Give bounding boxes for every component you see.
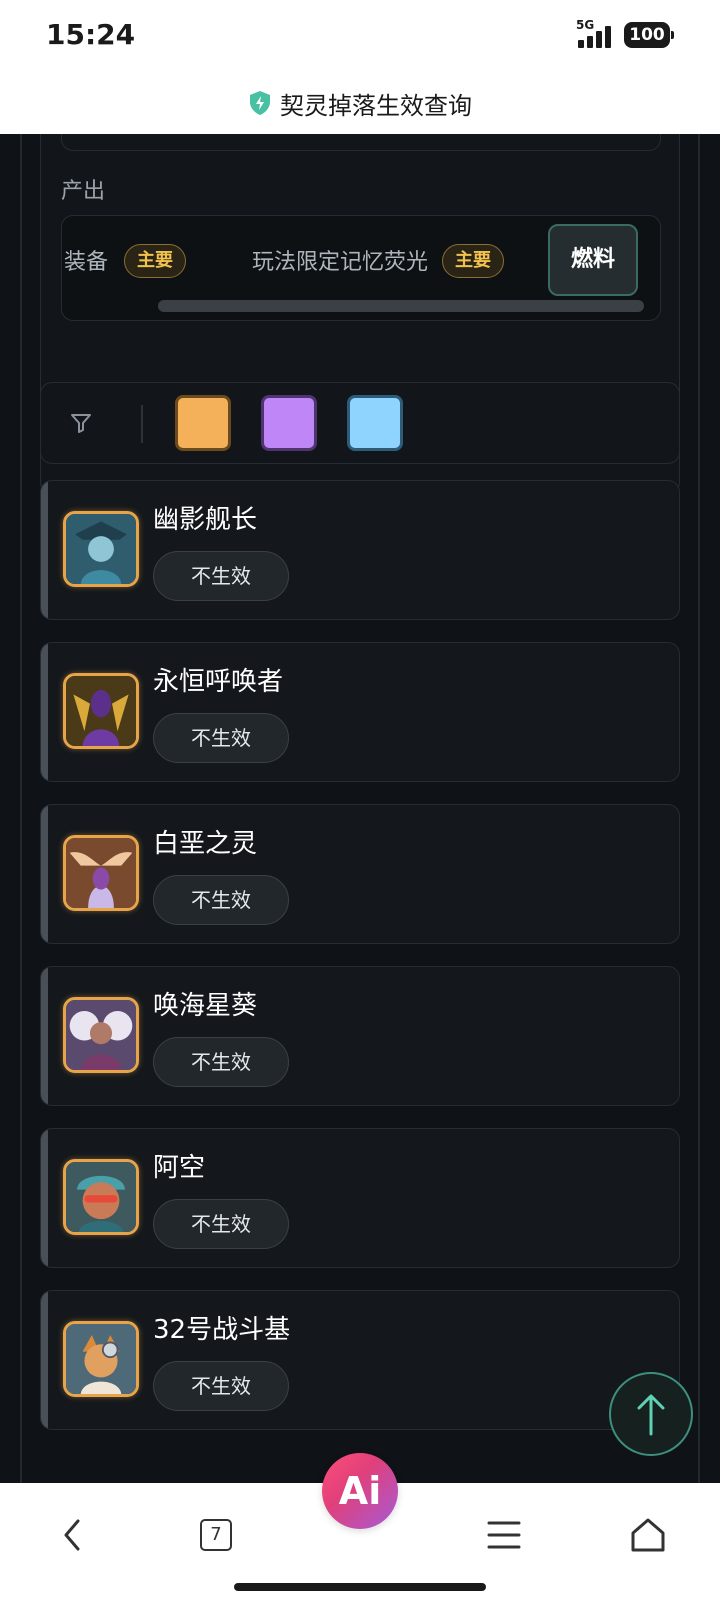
filter-divider bbox=[141, 405, 143, 443]
fuel-button[interactable]: 燃料 bbox=[548, 224, 638, 296]
avatar bbox=[63, 511, 139, 587]
scroll-to-top-button[interactable] bbox=[609, 1372, 693, 1456]
avatar bbox=[63, 1321, 139, 1397]
list-item[interactable]: 32号战斗基 不生效 bbox=[40, 1290, 680, 1430]
arrow-up-icon bbox=[637, 1394, 665, 1436]
status-badge: 不生效 bbox=[153, 713, 289, 763]
status-bar: 15:24 5G 100 bbox=[0, 0, 720, 72]
card-name: 唤海星葵 bbox=[153, 991, 258, 1021]
filter-swatch-orange[interactable] bbox=[175, 395, 231, 451]
home-icon bbox=[631, 1518, 665, 1552]
card-stripe bbox=[41, 643, 48, 781]
card-stripe bbox=[41, 967, 48, 1105]
status-badge: 不生效 bbox=[153, 1037, 289, 1087]
avatar bbox=[63, 1159, 139, 1235]
card-name: 幽影舰长 bbox=[153, 505, 258, 535]
menu-icon bbox=[487, 1521, 521, 1549]
home-button[interactable] bbox=[618, 1505, 678, 1565]
menu-button[interactable] bbox=[474, 1505, 534, 1565]
card-stripe bbox=[41, 481, 48, 619]
previous-row bbox=[61, 134, 661, 151]
bottom-nav: 7 Ai bbox=[0, 1453, 720, 1601]
chevron-left-icon bbox=[64, 1519, 80, 1551]
battery-icon: 100 bbox=[624, 22, 674, 48]
main-content[interactable]: 产出 专属装备 主要 玩法限定记忆荧光 主要 燃料 幽影舰长 不生效 bbox=[0, 134, 720, 1483]
output-label: 产出 bbox=[61, 179, 106, 204]
status-badge: 不生效 bbox=[153, 551, 289, 601]
back-button[interactable] bbox=[42, 1505, 102, 1565]
output-item-text: 专属装备 bbox=[62, 250, 109, 275]
status-badge: 不生效 bbox=[153, 875, 289, 925]
shield-icon bbox=[250, 91, 270, 115]
avatar bbox=[63, 673, 139, 749]
main-badge: 主要 bbox=[442, 244, 504, 278]
card-name: 阿空 bbox=[153, 1153, 206, 1183]
page-title: 契灵掉落生效查询 bbox=[280, 91, 472, 120]
status-badge: 不生效 bbox=[153, 1199, 289, 1249]
avatar bbox=[63, 997, 139, 1073]
signal-icon bbox=[578, 22, 618, 48]
card-stripe bbox=[41, 1129, 48, 1267]
horizontal-scrollbar[interactable] bbox=[158, 300, 644, 312]
home-indicator bbox=[234, 1583, 486, 1591]
list-item[interactable]: 永恒呼唤者 不生效 bbox=[40, 642, 680, 782]
output-item-text: 玩法限定记忆荧光 bbox=[252, 250, 429, 275]
ai-button[interactable]: Ai bbox=[322, 1453, 398, 1529]
card-stripe bbox=[41, 805, 48, 943]
tab-count: 7 bbox=[200, 1519, 232, 1551]
card-name: 32号战斗基 bbox=[153, 1315, 291, 1345]
main-badge: 主要 bbox=[124, 244, 186, 278]
status-badge: 不生效 bbox=[153, 1361, 289, 1411]
status-time: 15:24 bbox=[46, 18, 136, 51]
card-stripe bbox=[41, 1291, 48, 1429]
card-name: 白垩之灵 bbox=[153, 829, 258, 859]
list-item[interactable]: 唤海星葵 不生效 bbox=[40, 966, 680, 1106]
filter-bar bbox=[40, 382, 680, 464]
list-item[interactable]: 幽影舰长 不生效 bbox=[40, 480, 680, 620]
list-item[interactable]: 阿空 不生效 bbox=[40, 1128, 680, 1268]
filter-swatch-blue[interactable] bbox=[347, 395, 403, 451]
avatar bbox=[63, 835, 139, 911]
card-name: 永恒呼唤者 bbox=[153, 667, 284, 697]
filter-icon[interactable] bbox=[69, 411, 93, 435]
output-tag-strip[interactable]: 专属装备 主要 玩法限定记忆荧光 主要 燃料 bbox=[61, 215, 661, 321]
list-item[interactable]: 白垩之灵 不生效 bbox=[40, 804, 680, 944]
tabs-button[interactable]: 7 bbox=[186, 1505, 246, 1565]
filter-swatch-purple[interactable] bbox=[261, 395, 317, 451]
title-bar: 契灵掉落生效查询 bbox=[0, 72, 720, 134]
